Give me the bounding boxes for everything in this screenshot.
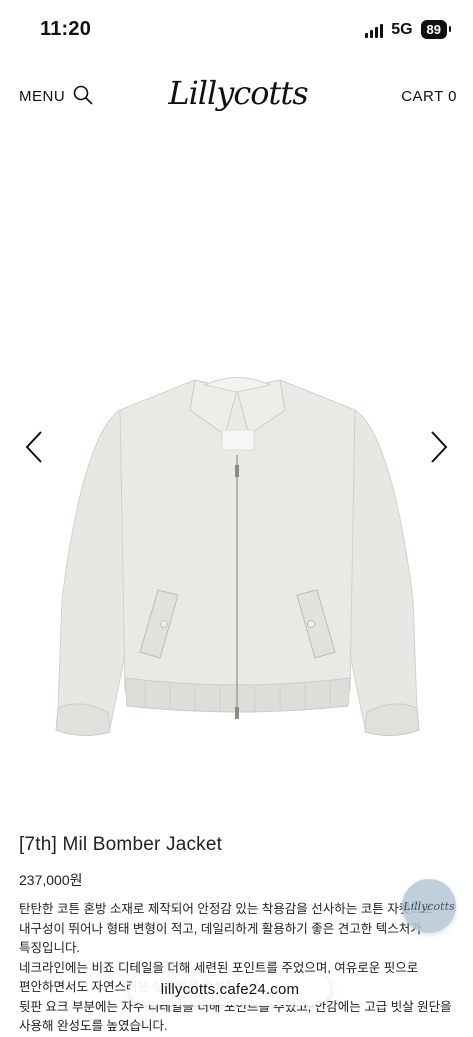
product-price: 237,000원: [19, 872, 83, 888]
chevron-right-icon[interactable]: [429, 430, 449, 464]
battery-icon: 89: [420, 20, 452, 39]
product-description: 탄탄한 코튼 혼방 소재로 제작되어 안정감 있는 착용감을 선사하는 코튼 자…: [19, 900, 459, 1037]
signal-icon: [365, 22, 384, 38]
brand-logo[interactable]: Lillycotts: [168, 64, 308, 124]
description-paragraph: 탄탄한 코튼 혼방 소재로 제작되어 안정감 있는 착용감을 선사하는 코튼 자…: [19, 902, 434, 955]
cart-button[interactable]: CART 0: [401, 88, 457, 105]
product-name: [7th] Mil Bomber Jacket: [19, 834, 223, 855]
chat-logo: Lillycotts: [403, 899, 455, 913]
battery-level: 89: [426, 22, 441, 37]
logo-text: Lillycotts: [168, 74, 308, 112]
chevron-left-icon[interactable]: [24, 430, 44, 464]
status-indicators: 5G 89: [365, 20, 452, 39]
chat-button[interactable]: Lillycotts: [402, 879, 456, 933]
product-gallery[interactable]: [0, 140, 473, 760]
site-header: MENU Lillycotts CART 0: [0, 60, 473, 130]
status-bar: 11:20 5G 89: [0, 0, 473, 60]
network-type: 5G: [391, 20, 413, 38]
url-text: lillycotts.cafe24.com: [160, 980, 300, 998]
browser-url-bar[interactable]: lillycotts.cafe24.com: [130, 973, 330, 1005]
product-image: [55, 377, 420, 736]
status-time: 11:20: [40, 18, 92, 40]
menu-button[interactable]: MENU: [19, 88, 65, 105]
search-icon[interactable]: [72, 84, 94, 106]
